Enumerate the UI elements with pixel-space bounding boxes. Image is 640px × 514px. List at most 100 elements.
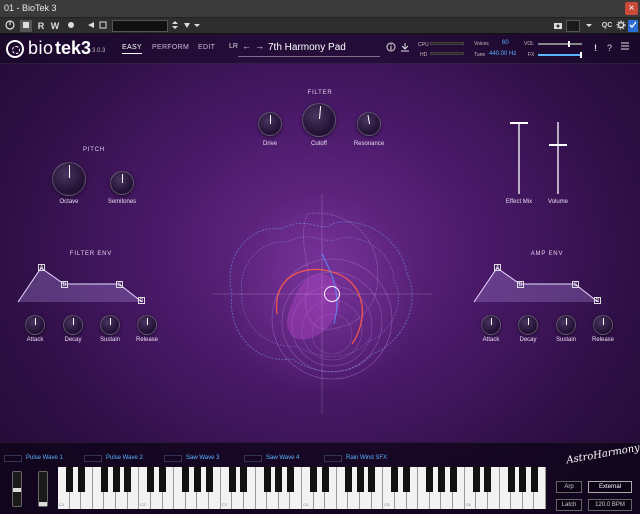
qc-button[interactable]: QC bbox=[600, 20, 614, 32]
black-key[interactable] bbox=[286, 467, 294, 492]
camera-icon[interactable] bbox=[552, 20, 564, 32]
black-key[interactable] bbox=[193, 467, 201, 492]
tab-edit[interactable]: EDIT bbox=[198, 44, 215, 51]
octave-knob[interactable] bbox=[52, 162, 86, 196]
fx-slider[interactable] bbox=[538, 54, 582, 56]
black-key[interactable] bbox=[507, 467, 515, 492]
vol-slider[interactable] bbox=[538, 43, 582, 45]
read-button[interactable]: R bbox=[36, 20, 46, 32]
filter-env-point-d[interactable]: D bbox=[61, 281, 68, 288]
tune-value[interactable]: 440.00 Hz bbox=[489, 51, 516, 57]
settings-gear-icon[interactable] bbox=[616, 20, 626, 32]
black-key[interactable] bbox=[182, 467, 190, 492]
help-button[interactable]: ? bbox=[607, 43, 612, 53]
effect-mix-track[interactable] bbox=[518, 122, 520, 194]
pin-icon[interactable] bbox=[86, 20, 96, 32]
external-button[interactable]: External bbox=[588, 481, 632, 493]
write-button[interactable]: W bbox=[50, 20, 60, 32]
wave-slot-1[interactable]: Pulse Wave 1 bbox=[26, 455, 63, 461]
cutoff-knob[interactable] bbox=[302, 103, 336, 137]
effect-mix-handle[interactable] bbox=[510, 122, 528, 124]
preset-browser-label[interactable]: LR bbox=[229, 43, 238, 50]
tab-easy[interactable]: EASY bbox=[122, 44, 142, 54]
resonance-knob[interactable] bbox=[357, 112, 381, 136]
piano-keyboard[interactable]: C1 C2 C3 C4 C5 C6 bbox=[58, 467, 546, 509]
filter-release-knob[interactable] bbox=[137, 315, 157, 335]
black-key[interactable] bbox=[321, 467, 329, 492]
bypass-icon[interactable] bbox=[20, 20, 32, 32]
black-key[interactable] bbox=[426, 467, 434, 492]
amp-env-graph[interactable] bbox=[472, 262, 608, 306]
semitones-knob[interactable] bbox=[110, 171, 134, 195]
black-key[interactable] bbox=[66, 467, 74, 492]
black-key[interactable] bbox=[263, 467, 271, 492]
preset-name[interactable]: 7th Harmony Pad bbox=[268, 42, 346, 53]
black-key[interactable] bbox=[147, 467, 155, 492]
preset-up-down-icon[interactable] bbox=[170, 20, 180, 32]
amp-release-knob[interactable] bbox=[593, 315, 613, 335]
black-key[interactable] bbox=[275, 467, 283, 492]
filter-env-point-r[interactable]: R bbox=[138, 297, 145, 304]
link-icon[interactable] bbox=[98, 20, 108, 32]
menu-icon[interactable] bbox=[620, 41, 630, 53]
wave-slot-3[interactable]: Saw Wave 3 bbox=[186, 455, 219, 461]
toggle-checkbox[interactable] bbox=[628, 20, 638, 32]
amp-env-point-a[interactable]: A bbox=[494, 264, 501, 271]
fx-slider-handle[interactable] bbox=[580, 52, 582, 58]
black-key[interactable] bbox=[530, 467, 538, 492]
latch-button[interactable]: Latch bbox=[556, 499, 582, 511]
black-key[interactable] bbox=[403, 467, 411, 492]
amp-env-point-r[interactable]: R bbox=[594, 297, 601, 304]
save-icon[interactable] bbox=[400, 42, 410, 54]
mod-wheel[interactable] bbox=[38, 471, 48, 507]
wave-slot-2[interactable]: Pulse Wave 2 bbox=[106, 455, 143, 461]
xy-pad-handle[interactable] bbox=[324, 286, 340, 302]
close-button[interactable]: × bbox=[625, 2, 638, 15]
black-key[interactable] bbox=[77, 467, 85, 492]
routing-dropdown[interactable] bbox=[566, 20, 580, 32]
info-icon[interactable] bbox=[386, 42, 396, 54]
snapshot-icon[interactable] bbox=[64, 20, 78, 32]
black-key[interactable] bbox=[472, 467, 480, 492]
filter-env-graph[interactable] bbox=[16, 262, 152, 306]
black-key[interactable] bbox=[484, 467, 492, 492]
pitch-wheel[interactable] bbox=[12, 471, 22, 507]
black-key[interactable] bbox=[240, 467, 248, 492]
preset-next-icon[interactable] bbox=[182, 20, 192, 32]
drive-knob[interactable] bbox=[258, 112, 282, 136]
black-key[interactable] bbox=[124, 467, 132, 492]
black-key[interactable] bbox=[449, 467, 457, 492]
amp-env-point-s[interactable]: S bbox=[572, 281, 579, 288]
volume-handle[interactable] bbox=[549, 144, 567, 146]
prev-preset-icon[interactable]: ← bbox=[242, 41, 251, 51]
black-key[interactable] bbox=[228, 467, 236, 492]
black-key[interactable] bbox=[356, 467, 364, 492]
preset-menu-icon[interactable] bbox=[193, 20, 201, 32]
wave-slot-4[interactable]: Saw Wave 4 bbox=[266, 455, 299, 461]
amp-env-point-d[interactable]: D bbox=[517, 281, 524, 288]
arp-button[interactable]: Arp bbox=[556, 481, 582, 493]
black-key[interactable] bbox=[205, 467, 213, 492]
preset-selector[interactable] bbox=[112, 20, 168, 32]
black-key[interactable] bbox=[519, 467, 527, 492]
tab-perform[interactable]: PERFORM bbox=[152, 44, 189, 51]
volume-track[interactable] bbox=[557, 122, 559, 194]
amp-attack-knob[interactable] bbox=[481, 315, 501, 335]
black-key[interactable] bbox=[344, 467, 352, 492]
black-key[interactable] bbox=[391, 467, 399, 492]
wave-slot-5[interactable]: Rain Wind SFX bbox=[346, 455, 387, 461]
black-key[interactable] bbox=[159, 467, 167, 492]
bpm-display[interactable]: 120.0 BPM bbox=[588, 499, 632, 511]
filter-env-point-a[interactable]: A bbox=[38, 264, 45, 271]
black-key[interactable] bbox=[112, 467, 120, 492]
black-key[interactable] bbox=[437, 467, 445, 492]
vol-slider-handle[interactable] bbox=[568, 41, 570, 47]
voices-value[interactable]: 60 bbox=[502, 40, 509, 46]
next-preset-icon[interactable]: → bbox=[255, 41, 264, 51]
filter-env-point-s[interactable]: S bbox=[116, 281, 123, 288]
black-key[interactable] bbox=[100, 467, 108, 492]
routing-arrow-icon[interactable] bbox=[584, 20, 594, 32]
power-icon[interactable] bbox=[4, 20, 16, 32]
amp-sustain-knob[interactable] bbox=[556, 315, 576, 335]
black-key[interactable] bbox=[310, 467, 318, 492]
